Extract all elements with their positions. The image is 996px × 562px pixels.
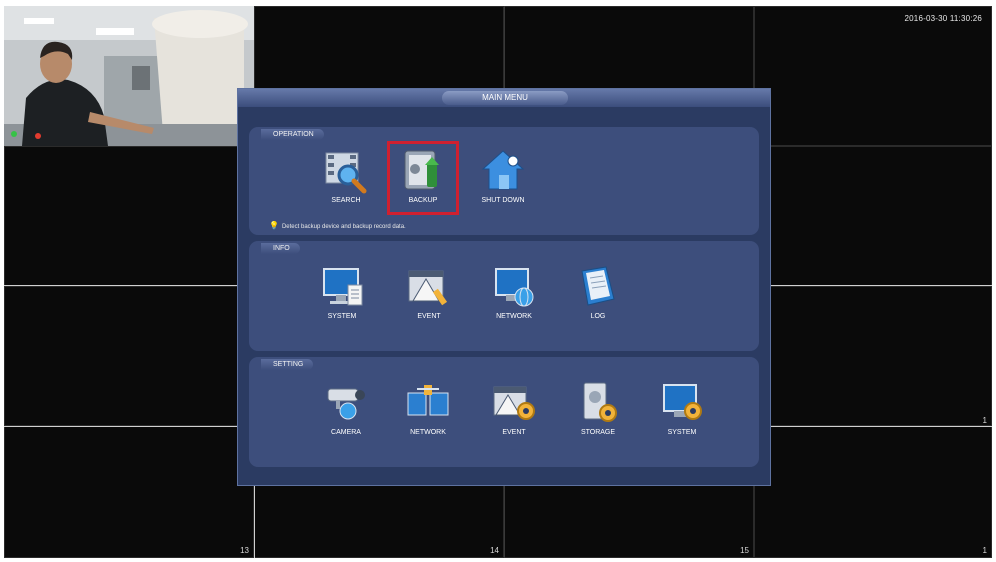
- search-icon: [325, 152, 367, 194]
- search-label: SEARCH: [331, 197, 361, 204]
- video-tile[interactable]: 13: [4, 426, 254, 558]
- selection-highlight: [387, 141, 459, 215]
- event-setting-icon: [493, 386, 535, 420]
- network-setting-button[interactable]: NETWORK: [392, 379, 464, 436]
- tile-number: 1: [982, 416, 987, 425]
- storage-label: STORAGE: [580, 429, 616, 436]
- datetime-overlay: 2016-03-30 11:30:26: [904, 14, 982, 23]
- camera-feed-1[interactable]: [4, 6, 254, 146]
- lightbulb-icon: 💡: [269, 221, 279, 230]
- storage-icon: [583, 382, 617, 422]
- log-label: LOG: [590, 313, 606, 320]
- operation-section: OPERATION SEARCH BACKUP SHUT DOWN 💡 Dete…: [249, 127, 759, 235]
- info-section: INFO SYSTEM EVENT NETWORK LOG: [249, 241, 759, 351]
- event-info-button[interactable]: EVENT: [393, 263, 465, 320]
- shutdown-label: SHUT DOWN: [481, 197, 525, 204]
- log-button[interactable]: LOG: [562, 263, 634, 320]
- event-setting-button[interactable]: EVENT: [478, 379, 550, 436]
- shutdown-button[interactable]: SHUT DOWN: [467, 147, 539, 204]
- network-info-icon: [495, 268, 534, 307]
- system-info-label: SYSTEM: [327, 313, 357, 320]
- video-tile[interactable]: [4, 146, 254, 286]
- storage-button[interactable]: STORAGE: [562, 379, 634, 436]
- log-icon: [581, 266, 615, 306]
- tile-number: 15: [740, 546, 749, 555]
- tile-number: 1: [982, 546, 987, 555]
- system-setting-label: SYSTEM: [667, 429, 697, 436]
- event-setting-label: EVENT: [502, 429, 526, 436]
- network-info-button[interactable]: NETWORK: [478, 263, 550, 320]
- section-label: INFO: [261, 243, 300, 254]
- section-label: SETTING: [261, 359, 314, 370]
- main-menu-dialog: MAIN MENU OPERATION SEARCH BACKUP SHUT D…: [237, 88, 771, 486]
- hint-text: 💡 Detect backup device and backup record …: [269, 221, 406, 230]
- system-setting-icon: [663, 384, 702, 420]
- search-button[interactable]: SEARCH: [310, 147, 382, 204]
- camera-setting-button[interactable]: CAMERA: [310, 379, 382, 436]
- camera-label: CAMERA: [331, 429, 361, 436]
- setting-section: SETTING CAMERA NETWORK EVENT STORAGE SYS…: [249, 357, 759, 467]
- network-setting-icon: [407, 385, 449, 416]
- shutdown-icon: [481, 150, 525, 190]
- system-info-icon: [323, 268, 363, 306]
- event-info-label: EVENT: [417, 313, 441, 320]
- tile-number: 14: [490, 546, 499, 555]
- video-tile[interactable]: 1: [754, 426, 992, 558]
- system-info-button[interactable]: SYSTEM: [306, 263, 378, 320]
- office-scene-image: [4, 6, 254, 146]
- video-tile[interactable]: 1: [754, 286, 992, 426]
- section-label: OPERATION: [261, 129, 324, 140]
- system-setting-button[interactable]: SYSTEM: [646, 379, 718, 436]
- dialog-title: MAIN MENU: [442, 91, 568, 105]
- video-tile[interactable]: [754, 6, 992, 146]
- camera-icon: [327, 388, 365, 420]
- tile-number: 13: [240, 546, 249, 555]
- hint-message: Detect backup device and backup record d…: [281, 224, 406, 230]
- network-info-label: NETWORK: [496, 313, 532, 320]
- video-tile[interactable]: [754, 146, 992, 286]
- network-setting-label: NETWORK: [410, 429, 446, 436]
- video-tile[interactable]: [4, 286, 254, 426]
- event-info-icon: [408, 270, 448, 306]
- dialog-titlebar[interactable]: MAIN MENU: [238, 89, 770, 107]
